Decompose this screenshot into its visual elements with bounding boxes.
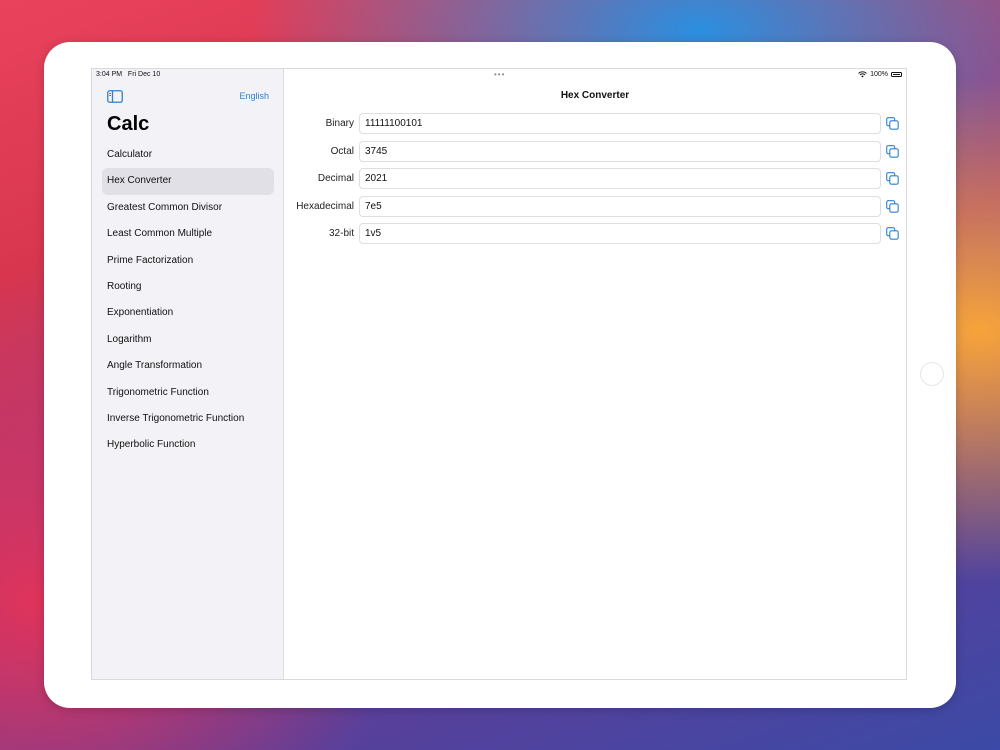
sidebar-menu: Calculator Hex Converter Greatest Common… [102, 142, 274, 459]
32-bit-row: 32-bit 1v5 [284, 223, 906, 251]
status-date: Fri Dec 10 [127, 71, 161, 78]
wifi-icon [858, 71, 867, 78]
page-title: Hex Converter [560, 90, 630, 101]
hexadecimal-row: Hexadecimal 7e5 [284, 195, 906, 224]
battery-percentage: 100% [870, 71, 888, 78]
copy-decimal-icon[interactable] [886, 172, 899, 185]
decimal-field[interactable]: 2021 [359, 168, 881, 190]
converter-rows: Binary 11111100101 Octal 3745 Decimal 20… [284, 113, 906, 251]
status-indicators: 100% [858, 71, 902, 78]
app-title: Calc [107, 113, 150, 135]
status-clock: 3:04 PM Fri Dec 10 [96, 71, 160, 78]
app-window: 3:04 PM Fri Dec 10 English Calc Calculat… [91, 68, 907, 680]
copy-32-bit-icon[interactable] [886, 227, 899, 241]
sidebar-item-least-common-multiple[interactable]: Least Common Multiple [102, 221, 274, 247]
sidebar: 3:04 PM Fri Dec 10 English Calc Calculat… [92, 69, 284, 679]
32-bit-label: 32-bit [328, 228, 354, 240]
binary-field[interactable]: 11111100101 [359, 113, 881, 134]
multitasking-dots-icon[interactable]: ••• [494, 70, 505, 79]
sidebar-item-trigonometric-function[interactable]: Trigonometric Function [102, 380, 274, 406]
battery-icon [891, 72, 902, 77]
hexadecimal-label: Hexadecimal [296, 200, 354, 212]
sidebar-toggle-icon[interactable] [107, 90, 123, 103]
octal-field[interactable]: 3745 [359, 140, 881, 162]
decimal-row: Decimal 2021 [284, 168, 906, 196]
sidebar-item-greatest-common-divisor[interactable]: Greatest Common Divisor [102, 195, 274, 221]
home-button[interactable] [920, 362, 944, 386]
hexadecimal-field[interactable]: 7e5 [359, 195, 881, 217]
sidebar-item-hyperbolic-function[interactable]: Hyperbolic Function [102, 432, 274, 458]
octal-row: Octal 3745 [284, 140, 906, 169]
sidebar-item-inverse-trigonometric-function[interactable]: Inverse Trigonometric Function [102, 406, 274, 432]
32-bit-field[interactable]: 1v5 [359, 223, 881, 245]
copy-binary-icon[interactable] [886, 117, 899, 130]
sidebar-item-prime-factorization[interactable]: Prime Factorization [102, 248, 274, 274]
language-button[interactable]: English [239, 91, 269, 101]
octal-label: Octal [330, 145, 354, 157]
status-time: 3:04 PM [96, 71, 123, 78]
sidebar-item-hex-converter[interactable]: Hex Converter [102, 168, 274, 195]
sidebar-item-rooting[interactable]: Rooting [102, 274, 274, 300]
sidebar-item-calculator[interactable]: Calculator [102, 142, 274, 168]
binary-label: Binary [325, 118, 354, 129]
binary-row: Binary 11111100101 [284, 113, 906, 141]
copy-octal-icon[interactable] [886, 144, 899, 158]
decimal-label: Decimal [317, 173, 354, 185]
sidebar-item-exponentiation[interactable]: Exponentiation [102, 300, 274, 326]
sidebar-item-logarithm[interactable]: Logarithm [102, 327, 274, 353]
copy-hexadecimal-icon[interactable] [886, 199, 899, 213]
sidebar-item-angle-transformation[interactable]: Angle Transformation [102, 353, 274, 379]
